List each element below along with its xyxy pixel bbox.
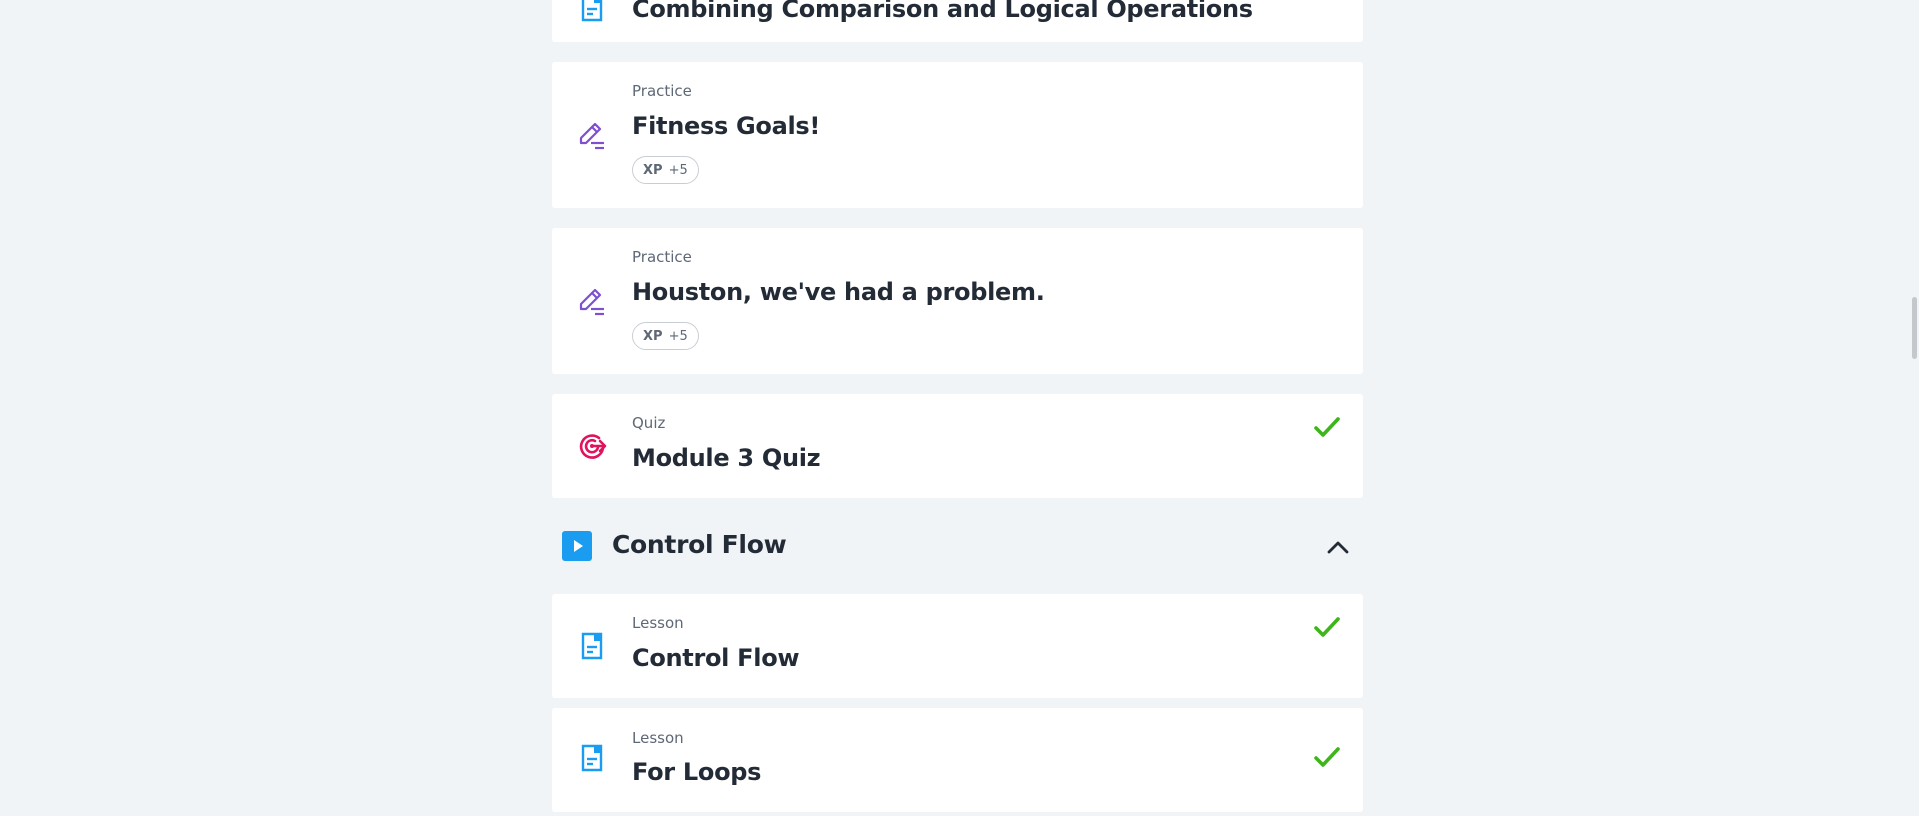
xp-badge: XP +5 [632,322,699,350]
xp-value: +5 [668,162,688,178]
item-title: Control Flow [632,644,800,672]
check-icon [1313,616,1341,640]
course-page: Combining Comparison and Logical Operati… [0,0,1919,816]
list-item-quiz[interactable]: Quiz Module 3 Quiz [552,394,1363,498]
quiz-target-icon [576,430,608,462]
play-icon [562,531,592,561]
xp-badge: XP +5 [632,156,699,184]
lesson-icon [576,0,608,24]
list-item-practice[interactable]: Practice Houston, we've had a problem. X… [552,228,1363,374]
item-title: Combining Comparison and Logical Operati… [632,0,1253,23]
scrollbar-thumb[interactable] [1912,297,1917,359]
item-type-label: Practice [632,248,692,266]
item-type-label: Practice [632,82,692,100]
lesson-icon [576,630,608,662]
list-item-lesson[interactable]: Lesson Control Flow [552,594,1363,698]
list-item-practice[interactable]: Practice Fitness Goals! XP +5 [552,62,1363,208]
xp-value: +5 [668,328,688,344]
section-title: Control Flow [612,530,787,559]
item-type-label: Lesson [632,614,684,632]
list-item-lesson[interactable]: Combining Comparison and Logical Operati… [552,0,1363,42]
section-header-control-flow[interactable]: Control Flow [552,526,1363,566]
lesson-icon [576,742,608,774]
list-item-lesson[interactable]: Lesson For Loops [552,708,1363,812]
item-type-label: Lesson [632,729,684,747]
item-title: For Loops [632,758,762,786]
item-title: Module 3 Quiz [632,444,821,472]
item-type-label: Quiz [632,414,666,432]
xp-label: XP [643,328,663,344]
practice-pencil-icon [576,285,608,317]
check-icon [1313,746,1341,770]
practice-pencil-icon [576,119,608,151]
chevron-up-icon[interactable] [1325,534,1351,560]
item-title: Houston, we've had a problem. [632,278,1045,306]
item-title: Fitness Goals! [632,112,821,140]
check-icon [1313,416,1341,440]
xp-label: XP [643,162,663,178]
